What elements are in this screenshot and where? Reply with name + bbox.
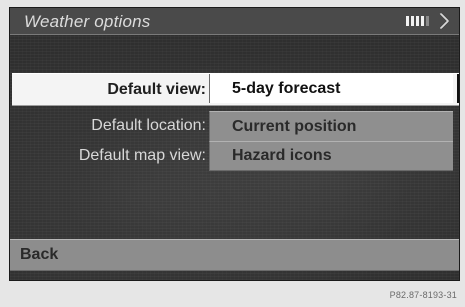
title-bar: Weather options: [10, 8, 459, 35]
status-indicators: [406, 12, 450, 30]
default-map-view-value[interactable]: Hazard icons: [209, 141, 453, 171]
scroll-indicator: [457, 74, 459, 103]
weather-options-screen: Weather options Default view: 5-day fore…: [9, 7, 460, 281]
back-label: Back: [20, 246, 59, 263]
default-map-view-label: Default map view:: [78, 147, 206, 164]
phone-icon: [432, 12, 450, 30]
default-location-label: Default location:: [91, 117, 206, 134]
default-location-value[interactable]: Current position: [209, 111, 453, 141]
back-button[interactable]: Back: [10, 239, 459, 271]
figure-code: P82.87-8193-31: [389, 290, 457, 300]
default-view-value[interactable]: 5-day forecast: [209, 74, 453, 103]
page-title: Weather options: [24, 12, 151, 31]
device-frame: Weather options Default view: 5-day fore…: [0, 0, 465, 307]
default-view-label: Default view:: [107, 81, 206, 98]
signal-strength-icon: [406, 16, 429, 26]
